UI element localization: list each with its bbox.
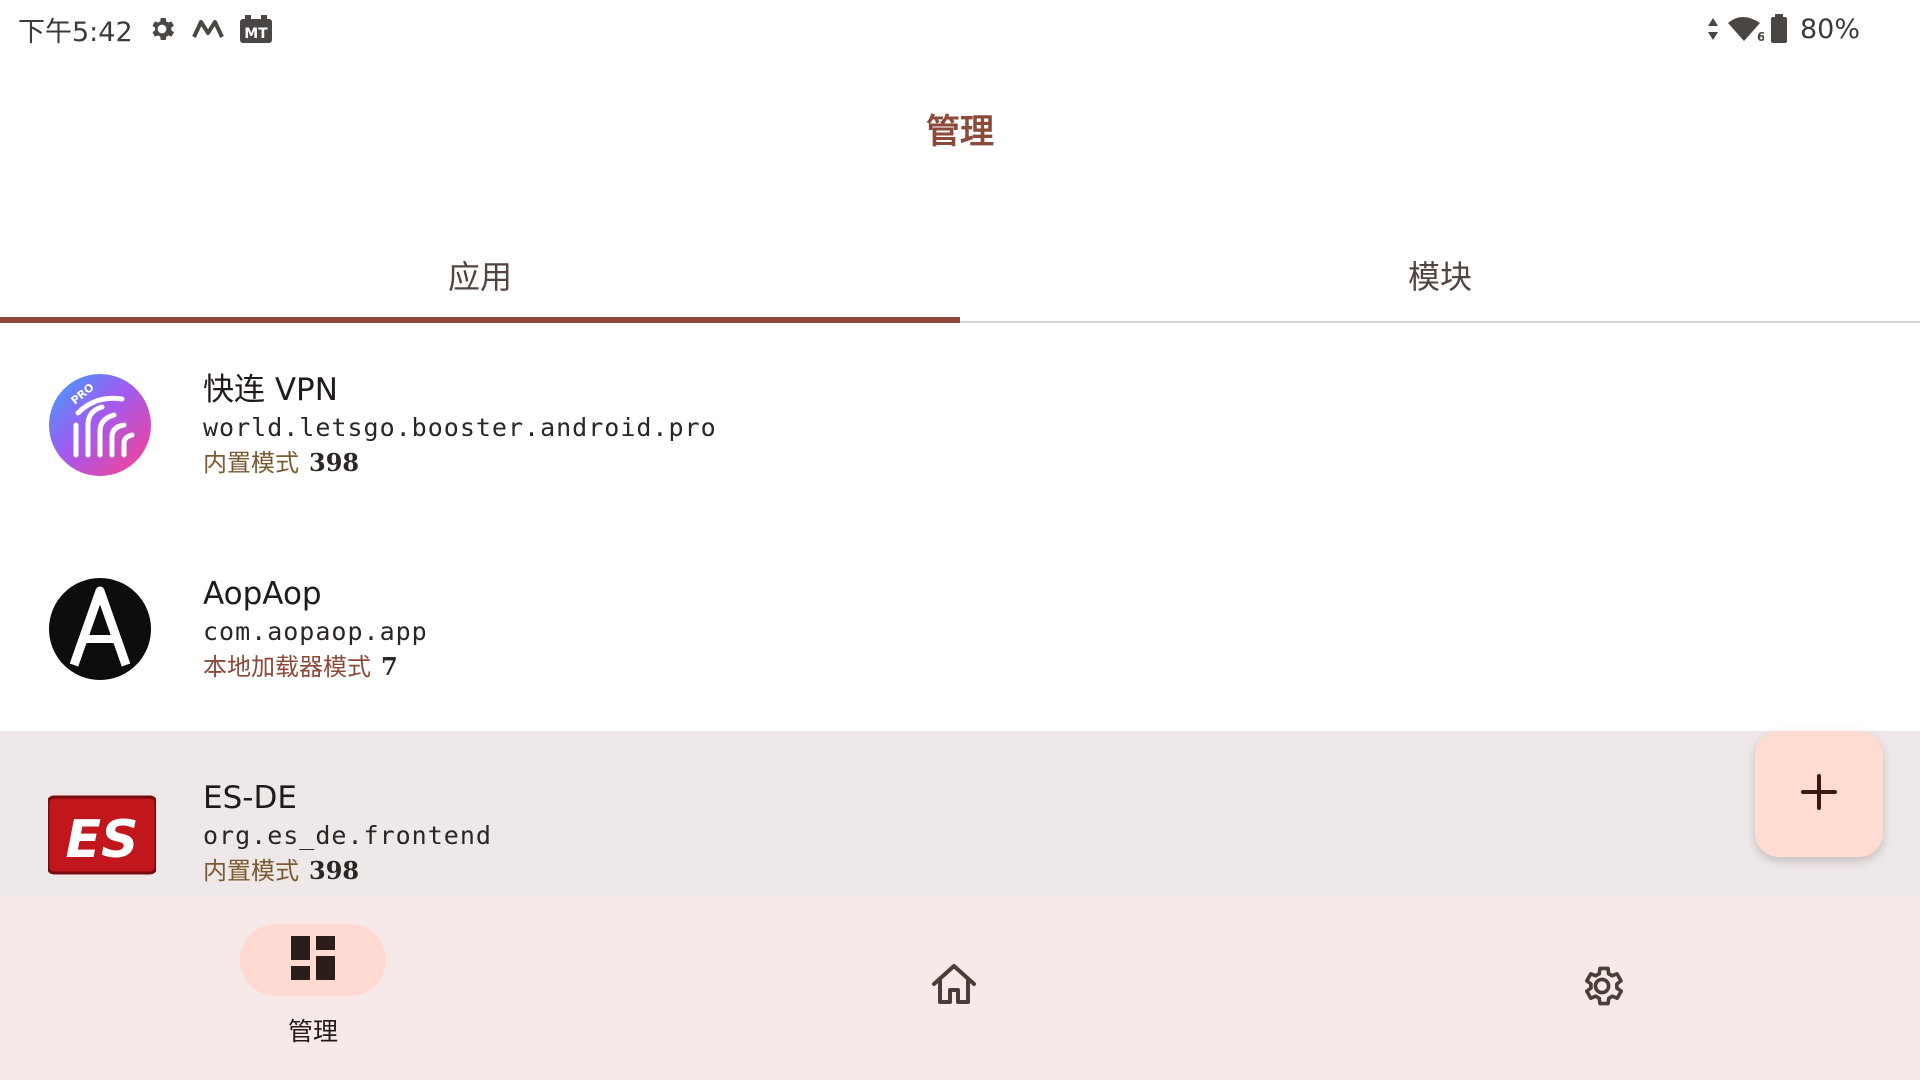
app-package: world.letsgo.booster.android.pro [203, 413, 717, 442]
mail-m-icon [191, 17, 225, 41]
app-list: PRO 快连 VPN world.letsgo.booster.android.… [0, 323, 1920, 935]
status-time: 下午5:42 [18, 16, 133, 48]
letsvpn-pro-icon: PRO [48, 373, 152, 477]
app-package: com.aopaop.app [203, 617, 428, 646]
nav-item-settings[interactable] [1578, 896, 1638, 1080]
dashboard-icon [291, 936, 335, 984]
nav-label-manage: 管理 [287, 1017, 338, 1046]
nav-selected-pill [240, 924, 386, 996]
app-name: 快连 VPN [203, 372, 338, 408]
nav-item-manage[interactable]: 管理 [240, 896, 386, 1080]
app-mode-label: 本地加载器模式 [203, 653, 371, 681]
data-arrows-icon [1706, 16, 1720, 42]
settings-icon [1578, 962, 1626, 1014]
app-row-letsvpn[interactable]: PRO 快连 VPN world.letsgo.booster.android.… [0, 323, 1920, 527]
tab-modules[interactable]: 模块 [960, 228, 1920, 321]
es-de-icon: ES [46, 781, 158, 885]
battery-percent: 80% [1799, 13, 1860, 45]
app-mode-label: 内置模式 [203, 449, 299, 477]
app-mode: 内置模式 398 [203, 445, 717, 481]
page-title: 管理 [926, 112, 994, 152]
gear-icon [147, 14, 177, 44]
home-icon [930, 962, 978, 1010]
app-row-aopaop[interactable]: AopAop com.aopaop.app 本地加载器模式 7 [0, 527, 1920, 731]
mt-manager-icon: MT [239, 14, 273, 44]
plus-icon [1799, 772, 1839, 816]
app-package: org.es_de.frontend [203, 821, 492, 850]
tab-bar: 应用 模块 [0, 228, 1920, 323]
app-mode: 本地加载器模式 7 [203, 649, 428, 685]
add-app-button[interactable] [1755, 731, 1883, 857]
tab-apps[interactable]: 应用 [0, 228, 960, 321]
app-mode: 内置模式 398 [203, 853, 492, 889]
wifi-6-icon: 6 [1726, 15, 1764, 43]
app-mode-count: 398 [309, 856, 360, 885]
status-bar: 下午5:42 MT 6 80% [0, 0, 1920, 58]
bottom-nav: 管理 [0, 896, 1920, 1080]
svg-text:MT: MT [244, 26, 268, 42]
svg-text:ES: ES [66, 810, 139, 870]
battery-icon [1770, 14, 1788, 44]
app-name: ES-DE [203, 780, 297, 816]
app-mode-count: 398 [309, 448, 360, 477]
aopaop-icon [48, 577, 152, 681]
app-mode-count: 7 [381, 652, 398, 681]
app-name: AopAop [203, 576, 322, 612]
svg-text:6: 6 [1757, 30, 1764, 43]
app-mode-label: 内置模式 [203, 857, 299, 885]
nav-item-home[interactable] [930, 896, 990, 1080]
